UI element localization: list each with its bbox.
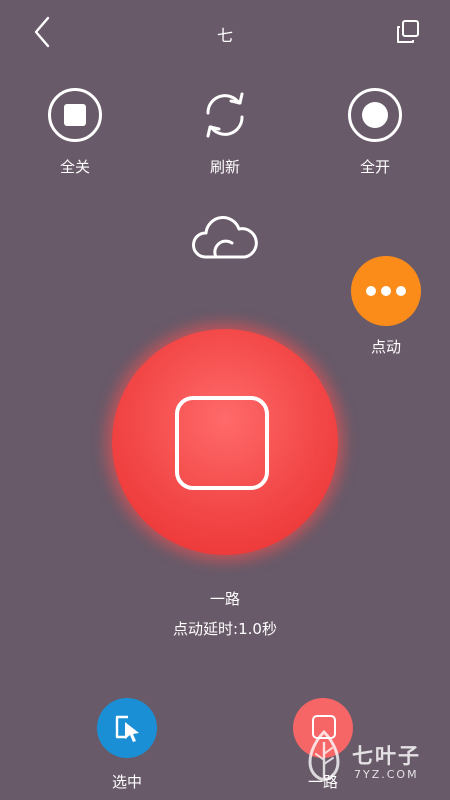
- channel-name: 一路: [209, 590, 240, 608]
- watermark-brand: 七叶子: [352, 744, 421, 768]
- jog-button[interactable]: [351, 256, 421, 326]
- copy-icon: [397, 20, 419, 43]
- stop-square-icon: [175, 396, 269, 490]
- all-off-icon: [48, 88, 102, 142]
- jog-label: 点动: [370, 338, 401, 356]
- all-on-button[interactable]: [345, 85, 405, 145]
- watermark-domain: 7YZ.COM: [354, 768, 419, 781]
- main-switch-button[interactable]: [112, 329, 338, 555]
- select-button[interactable]: [97, 698, 157, 758]
- all-off-button[interactable]: [45, 85, 105, 145]
- select-cursor-icon: [115, 715, 139, 742]
- page-title: 七: [216, 26, 233, 45]
- more-dots-icon: [366, 286, 406, 296]
- select-label: 选中: [111, 773, 142, 791]
- refresh-icon: [206, 92, 244, 138]
- refresh-button[interactable]: [195, 85, 255, 145]
- all-on-icon: [348, 88, 402, 142]
- watermark-logo-icon: [298, 728, 350, 784]
- back-button[interactable]: [28, 14, 58, 50]
- all-on-label: 全开: [359, 158, 390, 176]
- cloud-icon: [190, 205, 260, 261]
- all-off-label: 全关: [59, 158, 90, 176]
- chevron-left-icon: [34, 16, 50, 48]
- refresh-label: 刷新: [209, 158, 240, 176]
- copy-button[interactable]: [394, 18, 422, 46]
- jog-delay-text: 点动延时:1.0秒: [173, 620, 277, 638]
